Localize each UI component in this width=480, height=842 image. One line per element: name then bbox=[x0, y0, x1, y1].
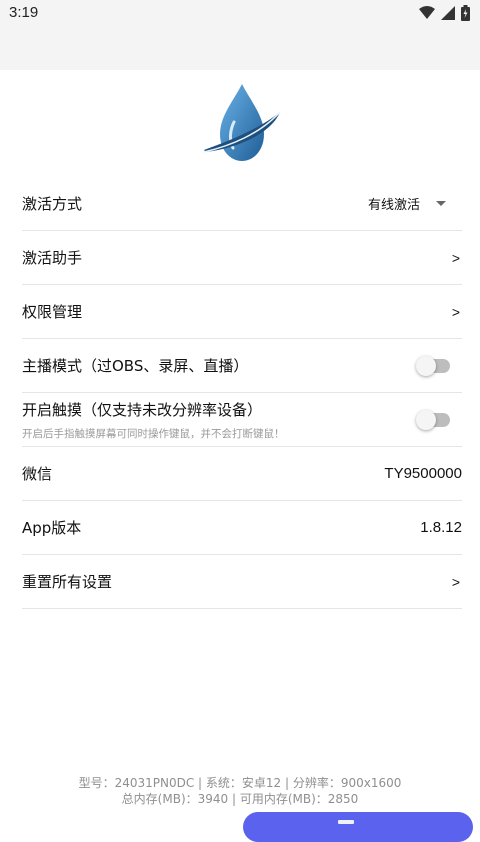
app-version-label: App版本 bbox=[22, 519, 82, 537]
chevron-right-icon: > bbox=[451, 573, 460, 590]
wechat-row: 微信 TY9500000 bbox=[22, 447, 462, 501]
wifi-icon bbox=[419, 6, 435, 19]
activation-helper-row[interactable]: 激活助手 > bbox=[22, 231, 462, 285]
caret-down-icon bbox=[436, 201, 446, 206]
floating-action-button[interactable] bbox=[243, 812, 473, 842]
activation-mode-label: 激活方式 bbox=[22, 195, 83, 213]
reset-all-label: 重置所有设置 bbox=[22, 573, 113, 591]
activation-mode-value: 有线激活 bbox=[367, 198, 420, 213]
wechat-label: 微信 bbox=[22, 465, 53, 483]
menu-icon bbox=[338, 820, 354, 824]
activation-helper-label: 激活助手 bbox=[22, 249, 83, 267]
permission-management-row[interactable]: 权限管理 > bbox=[22, 285, 462, 339]
streamer-mode-row: 主播模式（过OBS、录屏、直播） bbox=[22, 339, 462, 393]
status-icons bbox=[419, 5, 470, 21]
settings-list: 激活方式 有线激活 激活助手 > 权限管理 > 主播模式（过OBS、录屏、直播）… bbox=[22, 177, 462, 609]
battery-icon bbox=[461, 5, 470, 21]
activation-mode-dropdown[interactable]: 有线激活 bbox=[368, 194, 446, 213]
toggle-thumb bbox=[416, 409, 436, 430]
chevron-right-icon: > bbox=[451, 249, 460, 266]
touch-mode-toggle[interactable] bbox=[416, 409, 450, 430]
toggle-thumb bbox=[416, 355, 436, 376]
activation-mode-row[interactable]: 激活方式 有线激活 bbox=[22, 177, 462, 231]
touch-mode-description: 开启后手指触摸屏幕可同时操作键鼠，并不会打断键鼠！ bbox=[22, 427, 285, 440]
streamer-mode-label: 主播模式（过OBS、录屏、直播） bbox=[22, 357, 249, 375]
permission-management-label: 权限管理 bbox=[22, 303, 83, 321]
app-version-row: App版本 1.8.12 bbox=[22, 501, 462, 555]
app-version-value: 1.8.12 bbox=[420, 519, 462, 536]
touch-mode-label: 开启触摸（仅支持未改分辨率设备） bbox=[22, 400, 263, 419]
signal-icon bbox=[441, 6, 455, 20]
chevron-right-icon: > bbox=[451, 303, 460, 320]
device-info-line-1: 型号：24031PN0DC | 系统：安卓12 | 分辨率：900x1600 bbox=[78, 776, 402, 790]
streamer-mode-toggle[interactable] bbox=[416, 355, 450, 376]
device-info-line-2: 总内存(MB)：3940 | 可用内存(MB)：2850 bbox=[121, 792, 359, 806]
water-drop-logo bbox=[203, 84, 281, 161]
touch-mode-row: 开启触摸（仅支持未改分辨率设备） 开启后手指触摸屏幕可同时操作键鼠，并不会打断键… bbox=[22, 393, 462, 447]
reset-all-row[interactable]: 重置所有设置 > bbox=[22, 555, 462, 609]
device-info-footer: 型号：24031PN0DC | 系统：安卓12 | 分辨率：900x1600 总… bbox=[0, 775, 480, 807]
status-bar: 3:19 bbox=[0, 0, 480, 70]
touch-mode-text: 开启触摸（仅支持未改分辨率设备） 开启后手指触摸屏幕可同时操作键鼠，并不会打断键… bbox=[22, 399, 285, 441]
status-time: 3:19 bbox=[9, 4, 39, 21]
wechat-value: TY9500000 bbox=[384, 465, 462, 482]
